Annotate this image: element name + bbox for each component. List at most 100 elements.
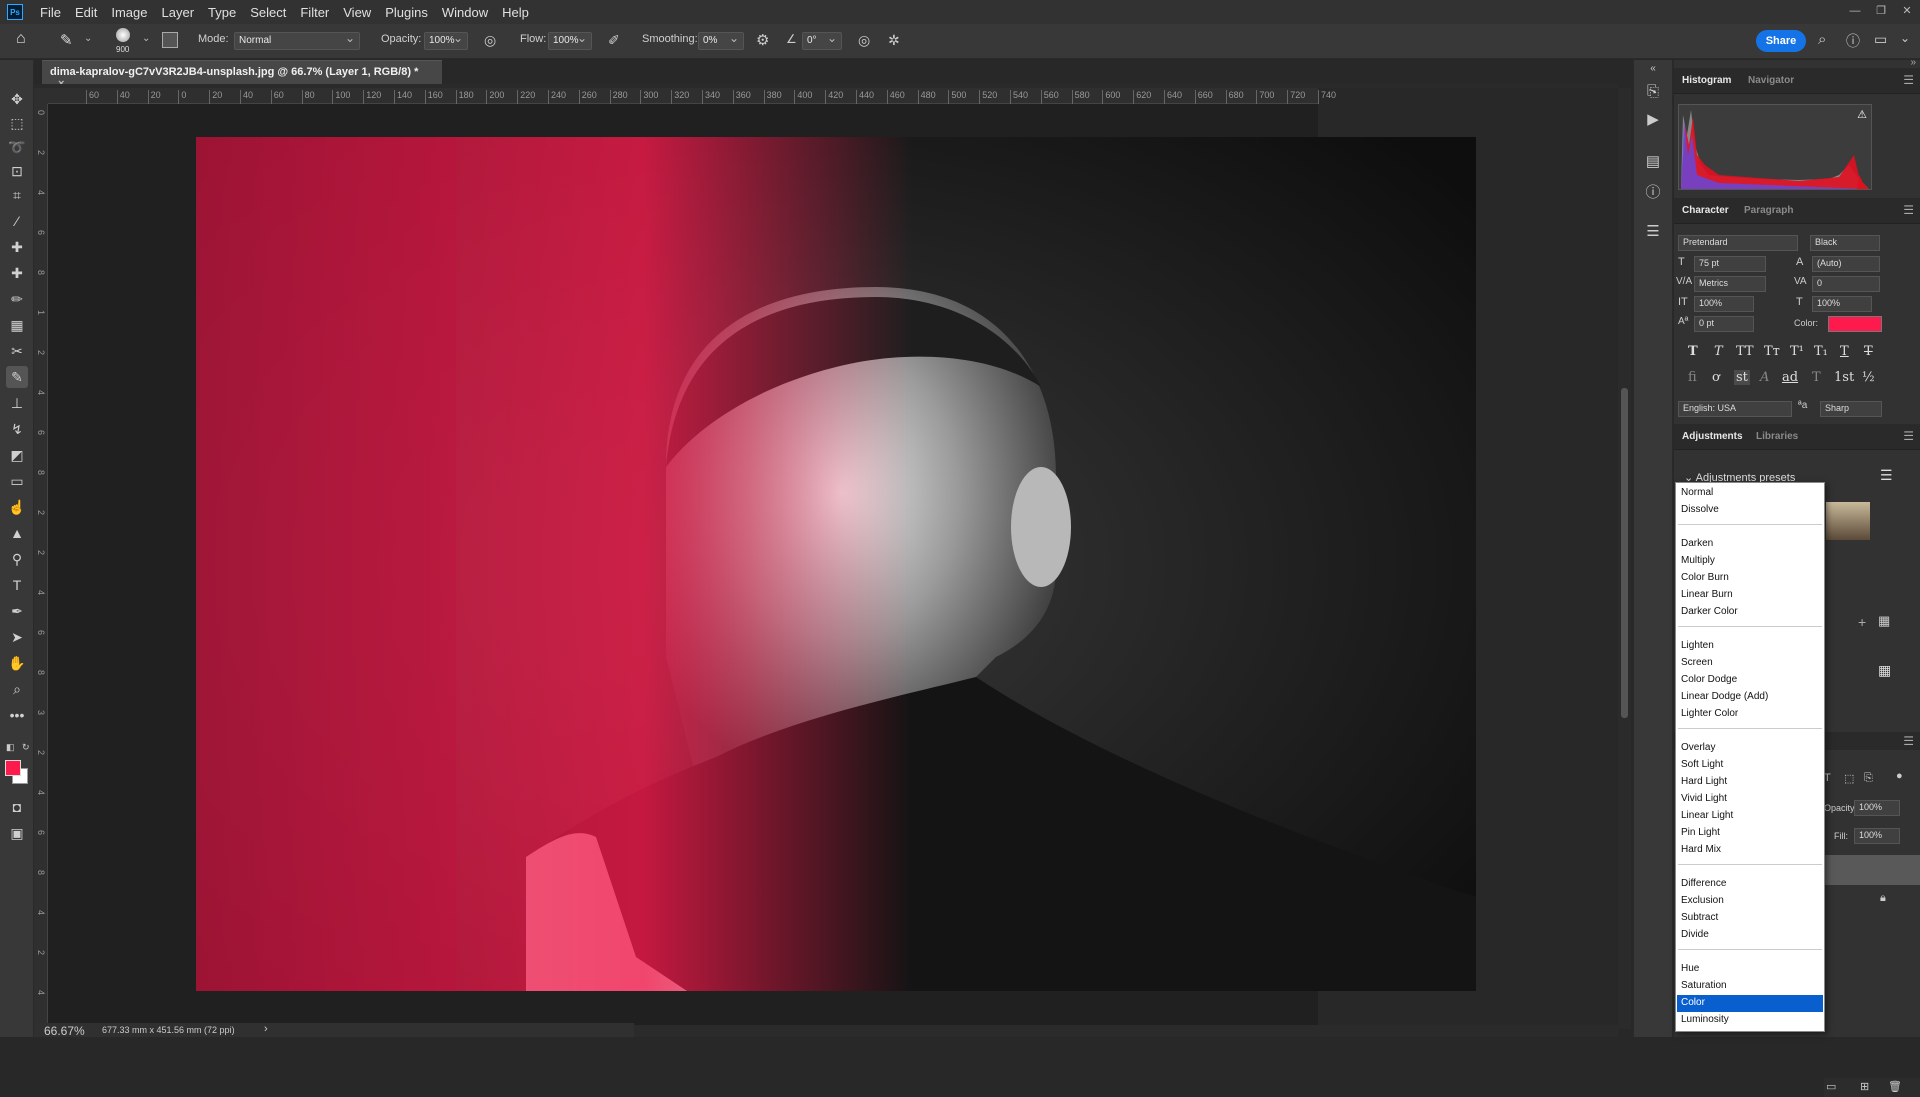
scissors-tool-icon[interactable]: ✂ [6, 340, 28, 362]
smart-object-filter-icon[interactable]: ⎘ [1864, 772, 1873, 785]
gear-icon[interactable]: ⚙ [756, 31, 769, 49]
more-tools-icon[interactable]: ••• [6, 704, 28, 726]
discretionary-ligatures-icon[interactable]: st [1734, 370, 1750, 385]
tab-histogram[interactable]: Histogram [1682, 75, 1731, 86]
angle-field[interactable]: 0° [802, 31, 842, 50]
crop-tool-icon[interactable]: ⌗ [6, 184, 28, 206]
history-icon[interactable]: ⎘ [1642, 80, 1664, 102]
help-icon[interactable]: ⓘ [1846, 31, 1860, 51]
chevron-down-icon[interactable]: ⌄ [1900, 31, 1910, 45]
history-brush-tool-icon[interactable]: ↯ [6, 418, 28, 440]
ligatures-icon[interactable]: fi [1688, 370, 1697, 385]
vertical-scale-field[interactable]: 100% [1694, 296, 1754, 312]
properties-icon[interactable]: ▤ [1642, 150, 1664, 172]
quick-mask-icon[interactable]: ◘ [6, 796, 28, 818]
font-size-field[interactable]: 75 pt [1694, 256, 1766, 272]
all-caps-icon[interactable]: TT [1736, 344, 1754, 359]
layer-fill-field[interactable]: 100% [1854, 828, 1900, 844]
flow-field[interactable]: 100% [548, 31, 592, 50]
blend-mode-option[interactable]: Linear Light [1677, 808, 1823, 825]
tab-character[interactable]: Character [1682, 205, 1729, 216]
document-image[interactable] [196, 137, 1476, 991]
blend-mode-option[interactable]: Color Dodge [1677, 672, 1823, 689]
ordinals-icon[interactable]: 1st [1834, 370, 1854, 385]
stylistic-alternates-icon[interactable]: ad [1782, 370, 1798, 385]
blend-mode-option[interactable]: Exclusion [1677, 893, 1823, 910]
zoom-level[interactable]: 66.67% [44, 1024, 85, 1038]
eraser-tool-icon[interactable]: ◩ [6, 444, 28, 466]
blend-mode-option[interactable]: Hard Light [1677, 774, 1823, 791]
new-group-icon[interactable]: ▭ [1826, 1080, 1836, 1093]
blend-mode-option[interactable]: Overlay [1677, 740, 1823, 757]
blend-mode-option[interactable]: Divide [1677, 927, 1823, 944]
document-tab[interactable]: dima-kapralov-gC7vV3R2JB4-unsplash.jpg @… [42, 60, 442, 90]
foreground-color-swatch[interactable] [5, 760, 21, 776]
tab-navigator[interactable]: Navigator [1748, 75, 1794, 86]
tab-adjustments[interactable]: Adjustments [1682, 431, 1743, 442]
blend-mode-option[interactable]: Multiply [1677, 553, 1823, 570]
filter-toggle-icon[interactable]: ● [1896, 770, 1903, 782]
preset-thumbnail[interactable] [1826, 502, 1870, 540]
workspace-icon[interactable]: ▭ [1874, 31, 1887, 48]
blend-mode-option[interactable]: Lighten [1677, 638, 1823, 655]
type-filter-icon[interactable]: T [1824, 772, 1831, 784]
smudge-tool-icon[interactable]: ☝ [6, 496, 28, 518]
actions-play-icon[interactable]: ▶ [1642, 108, 1664, 130]
pressure-opacity-icon[interactable]: ◎ [484, 32, 496, 49]
menu-item-select[interactable]: Select [243, 5, 293, 20]
old-style-icon[interactable]: ơ [1712, 370, 1720, 385]
blend-mode-option[interactable]: Pin Light [1677, 825, 1823, 842]
zoom-tool-icon[interactable]: ⌕ [6, 678, 28, 700]
new-layer-icon[interactable]: ⊞ [1860, 1080, 1869, 1093]
blend-mode-option[interactable]: Darken [1677, 536, 1823, 553]
faux-bold-icon[interactable]: T [1688, 344, 1698, 359]
menu-item-type[interactable]: Type [201, 5, 243, 20]
add-icon[interactable]: + [1858, 614, 1866, 630]
tab-libraries[interactable]: Libraries [1756, 431, 1798, 442]
swash-icon[interactable]: A [1760, 370, 1769, 385]
tab-paragraph[interactable]: Paragraph [1744, 205, 1793, 216]
menu-item-file[interactable]: File [33, 5, 68, 20]
swap-colors-icon[interactable]: ↻ [22, 742, 30, 753]
screen-mode-icon[interactable]: ▣ [6, 822, 28, 844]
search-icon[interactable]: ⌕ [1818, 31, 1826, 48]
menu-item-view[interactable]: View [336, 5, 378, 20]
chevron-down-icon[interactable]: ⌄ [142, 33, 150, 44]
blend-mode-option[interactable]: Luminosity [1677, 1012, 1823, 1029]
panel-menu-icon[interactable]: ☰ [1903, 734, 1914, 748]
collapse-icon[interactable]: « [1642, 57, 1664, 79]
brush-preview-icon[interactable] [116, 28, 130, 42]
menu-item-image[interactable]: Image [104, 5, 154, 20]
blend-mode-option[interactable]: Linear Burn [1677, 587, 1823, 604]
pen-tool-icon[interactable]: ✒ [6, 600, 28, 622]
panel-menu-icon[interactable]: ☰ [1903, 73, 1914, 87]
blend-mode-option[interactable]: Difference [1677, 876, 1823, 893]
delete-layer-icon[interactable]: 🗑︎ [1888, 1080, 1902, 1093]
default-colors-icon[interactable]: ◧ [6, 742, 15, 753]
panel-menu-icon[interactable]: ☰ [1903, 203, 1914, 217]
blend-mode-option[interactable]: Hue [1677, 961, 1823, 978]
shape-filter-icon[interactable]: ⬚ [1844, 772, 1854, 785]
mode-select[interactable]: Normal [234, 31, 360, 50]
menu-item-help[interactable]: Help [495, 5, 536, 20]
pencil-tool-icon[interactable]: ✏ [6, 288, 28, 310]
blend-mode-option[interactable]: Color [1677, 995, 1823, 1012]
restore-icon[interactable]: ❐ [1868, 0, 1894, 22]
path-select-tool-icon[interactable]: ➤ [6, 626, 28, 648]
vertical-scrollbar[interactable] [1618, 88, 1631, 1029]
panel-menu-icon[interactable]: ☰ [1903, 429, 1914, 443]
blend-mode-option[interactable]: Subtract [1677, 910, 1823, 927]
symmetry-icon[interactable]: ✲ [888, 32, 900, 49]
menu-item-window[interactable]: Window [435, 5, 495, 20]
grid-icon[interactable]: ▦ [1878, 613, 1890, 629]
type-tool-icon[interactable]: T [6, 574, 28, 596]
blend-mode-option[interactable]: Soft Light [1677, 757, 1823, 774]
antialias-select[interactable]: Sharp [1820, 401, 1882, 417]
menu-item-edit[interactable]: Edit [68, 5, 104, 20]
blend-mode-option[interactable]: Color Burn [1677, 570, 1823, 587]
subscript-icon[interactable]: T₁ [1814, 344, 1828, 359]
brush-tool-icon[interactable]: ✎ [6, 366, 28, 388]
underline-icon[interactable]: T [1840, 344, 1849, 359]
home-icon[interactable]: ⌂ [16, 30, 38, 52]
object-select-tool-icon[interactable]: ⊡ [6, 160, 28, 182]
